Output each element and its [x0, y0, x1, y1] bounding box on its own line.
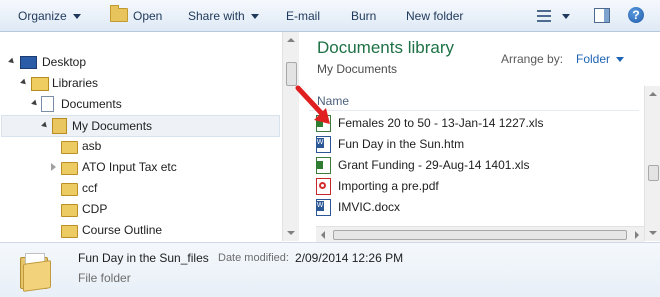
libraries-icon: [31, 77, 49, 91]
arrange-by-value: Folder: [576, 52, 611, 66]
nav-item-desktop[interactable]: Desktop: [0, 52, 280, 72]
file-row[interactable]: Importing a pre.pdf: [316, 176, 636, 196]
scroll-right-icon[interactable]: [635, 231, 639, 239]
nav-item-my-documents[interactable]: My Documents: [1, 115, 280, 137]
scroll-down-icon[interactable]: [287, 231, 295, 235]
file-row[interactable]: Fun Day in the Sun.htm: [316, 134, 636, 154]
expanded-arrow-icon: [20, 78, 28, 87]
nav-item-libraries[interactable]: Libraries: [0, 73, 280, 93]
nav-item-documents[interactable]: Documents: [0, 94, 280, 114]
folder-icon: [61, 204, 78, 217]
file-name: IMVIC.docx: [338, 200, 401, 214]
file-list-pane: Documents library My Documents Arrange b…: [299, 32, 660, 241]
selected-item-name: Fun Day in the Sun_files: [78, 251, 209, 265]
file-row[interactable]: IMVIC.docx: [316, 197, 636, 217]
file-name: Fun Day in the Sun.htm: [338, 137, 465, 151]
email-label: E-mail: [286, 9, 321, 23]
word-file-icon: [316, 199, 331, 216]
folder-icon: [20, 253, 51, 292]
file-row[interactable]: Grant Funding - 29-Aug-14 1401.xls: [316, 155, 636, 175]
my-documents-icon: [52, 118, 67, 134]
chevron-down-icon: [616, 57, 625, 63]
burn-button[interactable]: Burn: [351, 8, 376, 24]
documents-library-icon: [41, 96, 54, 112]
scroll-thumb[interactable]: [286, 62, 297, 86]
navigation-pane: Desktop Libraries Documents My Documents…: [0, 32, 282, 241]
nav-item-folder[interactable]: ccf: [0, 178, 280, 198]
header-divider: [309, 110, 639, 111]
file-name: Importing a pre.pdf: [338, 179, 439, 193]
nav-item-label: My Documents: [72, 119, 153, 133]
excel-file-icon: [316, 115, 331, 132]
open-label: Open: [133, 9, 163, 23]
scroll-thumb[interactable]: [648, 165, 659, 181]
word-html-file-icon: [316, 136, 331, 153]
nav-item-label: Libraries: [52, 76, 99, 90]
nav-item-label: Desktop: [42, 55, 87, 69]
scroll-up-icon[interactable]: [287, 38, 295, 42]
folder-icon: [61, 141, 78, 154]
folder-icon: [61, 225, 78, 238]
nav-item-folder[interactable]: asb: [0, 136, 280, 156]
desktop-icon: [20, 56, 37, 69]
file-list-scrollbar[interactable]: [644, 86, 660, 241]
scroll-left-icon[interactable]: [321, 231, 325, 239]
share-with-label: Share with: [188, 9, 245, 23]
nav-item-folder[interactable]: ATO Input Tax etc: [0, 157, 280, 177]
email-button[interactable]: E-mail: [286, 8, 320, 24]
date-modified-value: 2/09/2014 12:26 PM: [295, 251, 404, 265]
folder-icon: [61, 162, 78, 175]
expanded-arrow-icon: [31, 99, 39, 108]
column-header-name[interactable]: Name: [317, 94, 349, 108]
file-name: Grant Funding - 29-Aug-14 1401.xls: [338, 158, 530, 172]
organize-label: Organize: [18, 9, 67, 23]
file-name: Females 20 to 50 - 13-Jan-14 1227.xls: [338, 116, 544, 130]
file-row[interactable]: Females 20 to 50 - 13-Jan-14 1227.xls: [316, 113, 636, 133]
change-view-icon[interactable]: [537, 10, 551, 22]
library-title: Documents library: [317, 38, 454, 57]
scroll-down-icon[interactable]: [649, 231, 657, 235]
folder-icon: [61, 183, 78, 196]
arrange-by-dropdown[interactable]: Folder: [576, 52, 625, 66]
chevron-down-icon: [250, 14, 259, 20]
new-folder-label: New folder: [406, 9, 464, 23]
expanded-arrow-icon: [41, 121, 49, 130]
new-folder-button[interactable]: New folder: [406, 8, 463, 24]
item-type: File folder: [78, 271, 131, 285]
scroll-up-icon[interactable]: [649, 92, 657, 96]
organize-button[interactable]: Organize: [18, 8, 81, 24]
pdf-file-icon: [316, 178, 331, 195]
nav-item-folder[interactable]: CDP: [0, 199, 280, 219]
share-with-button[interactable]: Share with: [188, 8, 259, 24]
nav-scrollbar[interactable]: [282, 32, 299, 241]
nav-item-label: CDP: [82, 202, 108, 216]
open-folder-icon: [110, 5, 128, 22]
collapsed-arrow-icon[interactable]: [51, 163, 56, 171]
file-list-horizontal-scrollbar[interactable]: [316, 226, 644, 242]
open-button[interactable]: Open: [110, 5, 163, 24]
burn-label: Burn: [351, 9, 377, 23]
expanded-arrow-icon: [8, 57, 16, 66]
date-modified-label: Date modified:: [218, 252, 289, 264]
nav-item-label: Documents: [61, 97, 122, 111]
nav-item-label: Course Outline: [82, 223, 163, 237]
chevron-down-icon: [562, 14, 570, 20]
help-icon[interactable]: ?: [628, 7, 644, 23]
preview-pane-icon[interactable]: [594, 8, 610, 23]
arrange-by-label: Arrange by:: [501, 52, 564, 66]
nav-item-label: ATO Input Tax etc: [82, 160, 177, 174]
excel-file-icon: [316, 157, 331, 174]
nav-item-folder[interactable]: Course Outline: [0, 220, 280, 240]
nav-item-label: asb: [82, 139, 102, 153]
scroll-thumb[interactable]: [333, 230, 627, 240]
nav-item-label: ccf: [82, 181, 98, 195]
command-bar: Organize Open Share with E-mail Burn New…: [0, 0, 660, 32]
library-subtitle: My Documents: [317, 62, 398, 76]
details-pane: Fun Day in the Sun_files Date modified: …: [0, 242, 660, 297]
chevron-down-icon: [72, 14, 81, 20]
view-options-button[interactable]: [562, 8, 570, 24]
